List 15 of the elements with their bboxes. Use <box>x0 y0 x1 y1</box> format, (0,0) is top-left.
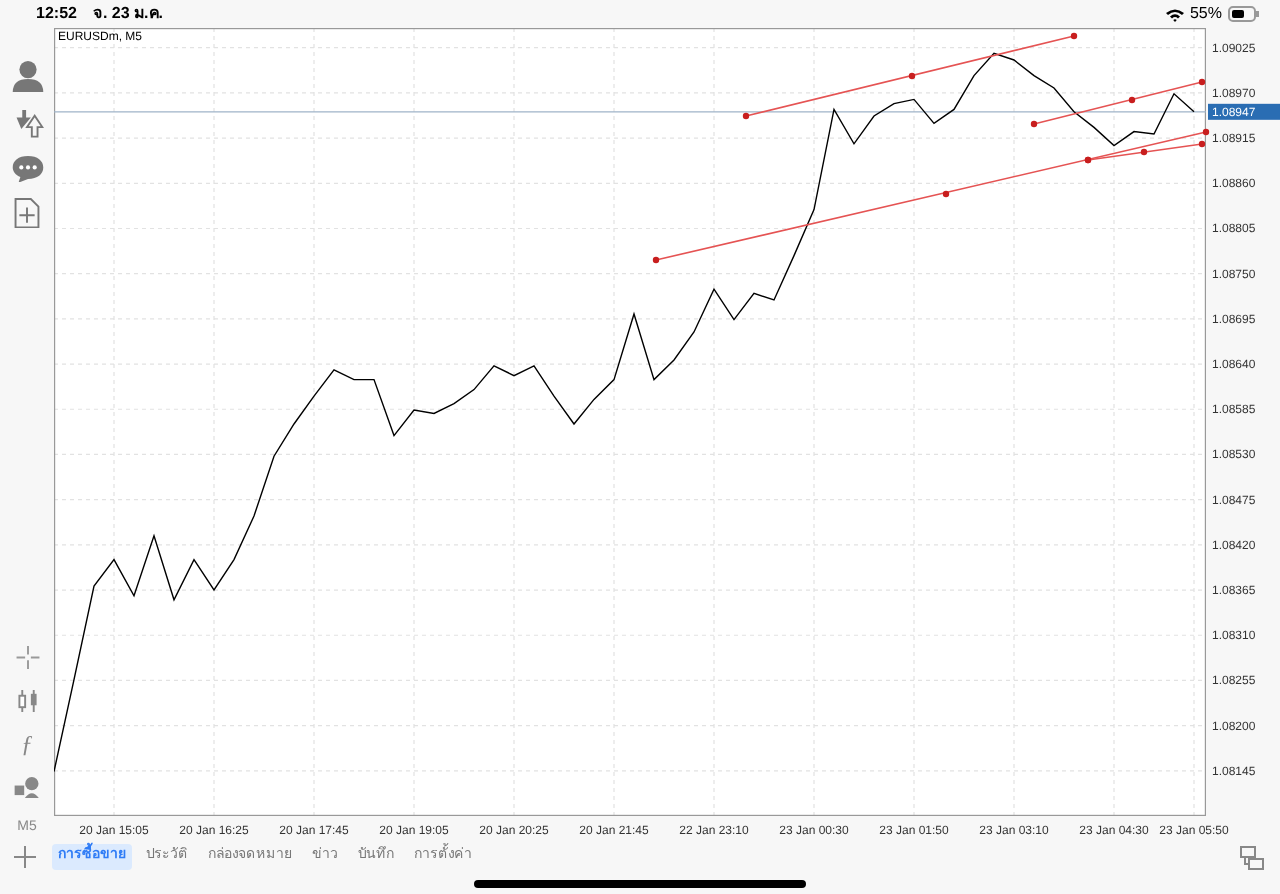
crosshair-icon[interactable] <box>15 646 39 670</box>
new-document-icon[interactable] <box>14 197 40 229</box>
status-date: จ. 23 ม.ค. <box>92 2 163 26</box>
battery-percent: 55% <box>1189 2 1222 26</box>
wifi-icon <box>1165 7 1184 21</box>
add-icon[interactable] <box>14 846 36 868</box>
chat-icon[interactable] <box>11 155 43 182</box>
status-time: 12:52 <box>36 2 77 26</box>
function-icon[interactable]: ƒ <box>21 732 33 757</box>
trade-arrows-icon[interactable] <box>11 108 43 139</box>
account-icon[interactable] <box>11 60 43 93</box>
battery-icon <box>1228 6 1260 22</box>
layout-icon[interactable] <box>1240 845 1264 869</box>
shapes-icon[interactable] <box>13 776 41 799</box>
candlestick-icon[interactable] <box>15 689 39 713</box>
